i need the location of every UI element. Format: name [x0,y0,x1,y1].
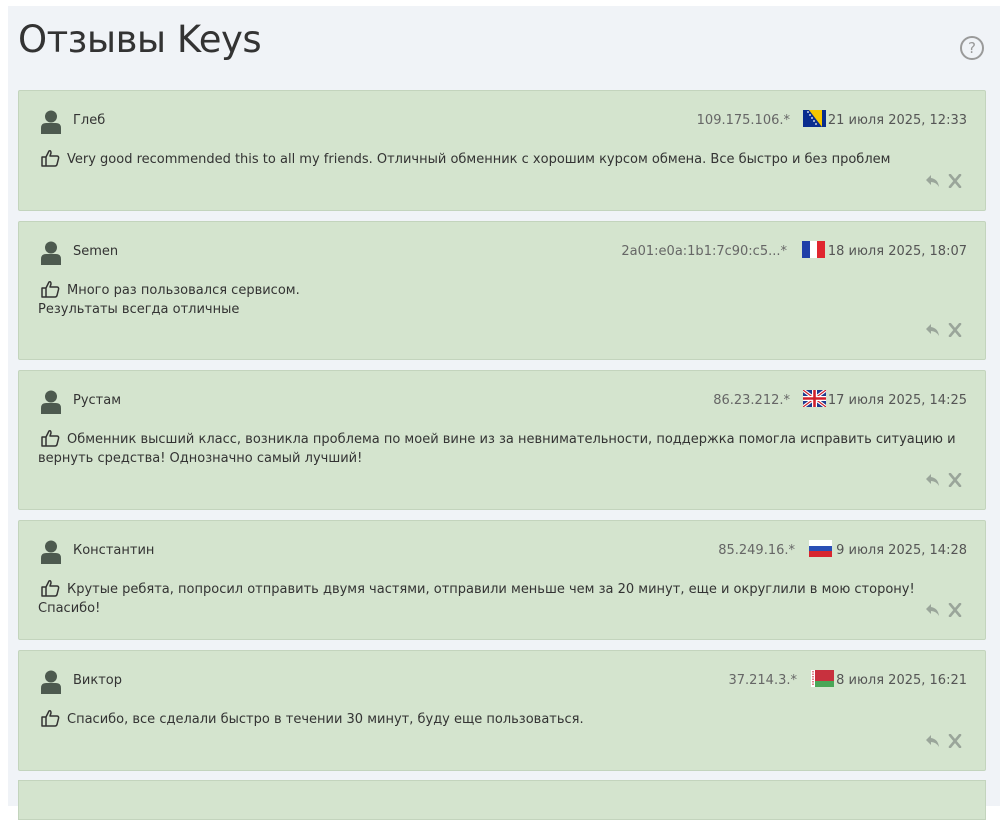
review-text: Крутые ребята, попросил отправить двумя … [38,582,915,616]
review-text: Много раз пользовался сервисом. Результа… [38,283,300,317]
help-icon[interactable]: ? [960,36,984,60]
review-card: Константин 85.249.16.* 9 июля 2025, 14:2… [18,520,986,640]
review-author: Semen [73,244,119,259]
review-author: Виктор [73,673,122,688]
review-text: Very good recommended this to all my fri… [67,152,891,167]
bosnia-flag-icon [803,110,826,127]
review-date: 8 июля 2025, 16:21 [836,673,967,688]
top-tab [207,0,397,6]
review-ip: 86.23.212.* [713,393,790,408]
review-author: Глеб [73,113,106,128]
review-ip: 109.175.106.* [696,113,790,128]
page-title: Отзывы Keys [18,18,262,61]
review-card: Рустам 86.23.212.* 17 июля 2025, 14:25 О… [18,370,986,510]
review-card-partial [18,780,986,820]
delete-icon[interactable] [947,174,963,188]
user-avatar-icon [41,110,61,134]
review-date: 17 июля 2025, 14:25 [827,393,967,408]
review-ip: 2a01:e0a:1b1:7c90:c5...* [621,244,787,259]
uk-flag-icon [803,390,826,407]
russia-flag-icon [809,540,832,557]
delete-icon[interactable] [947,323,963,337]
review-ip: 37.214.3.* [728,673,797,688]
review-text: Обменник высший класс, возникла проблема… [38,432,956,466]
review-date: 18 июля 2025, 18:07 [827,244,967,259]
review-card: Виктор 37.214.3.* 8 июля 2025, 16:21 Спа… [18,650,986,771]
reply-icon[interactable] [925,473,941,487]
delete-icon[interactable] [947,473,963,487]
review-author: Рустам [73,393,122,408]
reply-icon[interactable] [925,174,941,188]
review-date: 9 июля 2025, 14:28 [836,543,967,558]
review-card: Глеб 109.175.106.* 21 июля 2025, 12:33 V… [18,90,986,211]
reply-icon[interactable] [925,323,941,337]
reply-icon[interactable] [925,603,941,617]
user-avatar-icon [41,390,61,414]
review-text: Спасибо, все сделали быстро в течении 30… [67,712,584,727]
reply-icon[interactable] [925,734,941,748]
delete-icon[interactable] [947,603,963,617]
review-ip: 85.249.16.* [718,543,795,558]
user-avatar-icon [41,540,61,564]
user-avatar-icon [41,670,61,694]
review-author: Константин [73,543,155,558]
belarus-flag-icon [811,670,834,687]
review-card: Semen 2a01:e0a:1b1:7c90:c5...* 18 июля 2… [18,221,986,360]
user-avatar-icon [41,241,61,265]
france-flag-icon [802,241,825,258]
review-date: 21 июля 2025, 12:33 [827,113,967,128]
delete-icon[interactable] [947,734,963,748]
